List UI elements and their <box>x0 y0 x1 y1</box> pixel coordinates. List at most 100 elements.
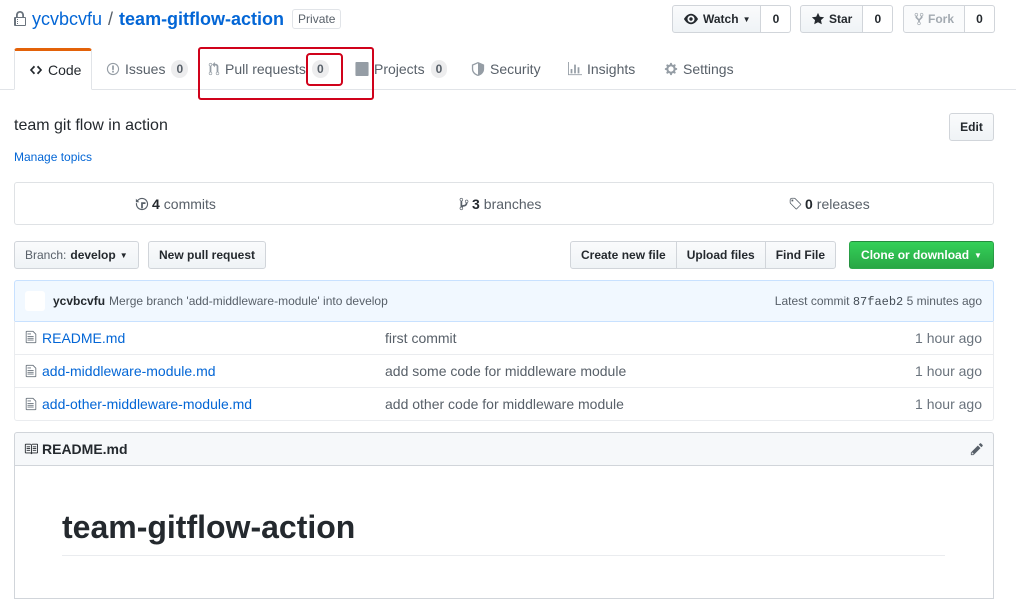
file-age: 1 hour ago <box>915 396 982 412</box>
file-row: add-middleware-module.md add some code f… <box>15 354 993 387</box>
tab-label: Settings <box>683 61 734 77</box>
eye-icon <box>683 12 703 26</box>
file-age: 1 hour ago <box>915 363 982 379</box>
highlight-box-pr-counter <box>306 53 343 86</box>
branch-prefix: Branch: <box>25 248 67 262</box>
pencil-icon[interactable] <box>970 442 984 456</box>
tag-icon <box>788 197 802 211</box>
commits-count: 4 <box>152 195 160 212</box>
file-icon <box>25 330 37 344</box>
history-icon <box>135 197 149 211</box>
issue-icon <box>106 62 125 76</box>
star-label: Star <box>829 12 853 26</box>
watch-group: Watch ▼ 0 <box>672 5 792 33</box>
file-commit-message[interactable]: first commit <box>385 330 457 346</box>
tab-settings[interactable]: Settings <box>650 48 748 90</box>
tab-label: Issues <box>125 61 166 77</box>
highlight-box-pull-requests <box>198 47 374 100</box>
star-count[interactable]: 0 <box>863 5 894 33</box>
commits-link[interactable]: 4 commits <box>135 183 216 224</box>
file-icon <box>25 364 37 378</box>
file-commit-message[interactable]: add other code for middleware module <box>385 396 624 412</box>
issues-counter: 0 <box>171 60 189 78</box>
shield-icon <box>471 62 490 76</box>
file-name-link[interactable]: README.md <box>42 330 125 346</box>
tab-label: Security <box>490 61 541 77</box>
clone-or-download-button[interactable]: Clone or download ▼ <box>849 241 994 269</box>
caret-down-icon: ▼ <box>974 250 982 260</box>
private-badge: Private <box>292 9 342 29</box>
file-row: add-other-middleware-module.md add other… <box>15 387 993 420</box>
fork-count[interactable]: 0 <box>965 5 996 33</box>
code-icon <box>29 63 48 77</box>
latest-commit-prefix: Latest commit <box>774 293 850 308</box>
find-file-button[interactable]: Find File <box>764 241 837 269</box>
gear-icon <box>664 62 683 76</box>
edit-description-button[interactable]: Edit <box>949 113 994 141</box>
commit-author[interactable]: ycvbcvfu <box>53 294 105 308</box>
avatar[interactable] <box>25 291 45 311</box>
tab-insights[interactable]: Insights <box>554 48 649 90</box>
readme-heading: team-gitflow-action <box>62 509 356 545</box>
readme-content: team-gitflow-action <box>14 465 994 599</box>
fork-button[interactable]: Fork <box>903 5 966 33</box>
tab-label: Insights <box>587 61 636 77</box>
file-name-link[interactable]: add-middleware-module.md <box>42 363 216 379</box>
fork-icon <box>914 12 928 26</box>
file-row: README.md first commit 1 hour ago <box>15 321 993 354</box>
tab-code[interactable]: Code <box>14 48 92 90</box>
releases-count: 0 <box>805 195 813 212</box>
readme-header: README.md <box>14 432 994 466</box>
commit-age: 5 minutes ago <box>906 293 982 308</box>
branch-icon <box>459 197 469 211</box>
latest-commit-info: Latest commit 87faeb2 5 minutes ago <box>775 294 982 309</box>
branch-name: develop <box>70 248 116 262</box>
watch-label: Watch <box>703 12 739 26</box>
star-icon <box>811 12 829 26</box>
file-name-link[interactable]: add-other-middleware-module.md <box>42 396 252 412</box>
projects-counter: 0 <box>430 60 448 78</box>
new-pull-request-button[interactable]: New pull request <box>148 241 267 269</box>
repo-owner-link[interactable]: ycvbcvfu <box>32 9 102 30</box>
repo-description: team git flow in action <box>14 117 168 134</box>
path-separator: / <box>108 8 114 29</box>
clone-label: Clone or download <box>861 248 970 262</box>
repo-title: ycvbcvfu / team-gitflow-action Private <box>14 8 342 30</box>
lock-icon <box>14 11 26 27</box>
branches-link[interactable]: 3 branches <box>459 183 541 224</box>
repo-name-link[interactable]: team-gitflow-action <box>119 9 284 30</box>
tab-label: Projects <box>374 61 425 77</box>
caret-down-icon: ▼ <box>742 14 751 24</box>
fork-group: Fork 0 <box>903 5 996 33</box>
file-icon <box>25 397 37 411</box>
tab-issues[interactable]: Issues 0 <box>92 48 202 90</box>
commit-sha[interactable]: 87faeb2 <box>853 295 903 309</box>
file-actions-group: Create new file Upload files Find File <box>570 241 837 269</box>
file-list: README.md first commit 1 hour ago add-mi… <box>14 321 994 421</box>
star-button[interactable]: Star <box>800 5 864 33</box>
releases-link[interactable]: 0 releases <box>788 183 870 224</box>
watch-button[interactable]: Watch ▼ <box>672 5 762 33</box>
manage-topics-link[interactable]: Manage topics <box>14 150 92 164</box>
readme-filename: README.md <box>42 441 128 457</box>
heading-rule <box>62 555 945 556</box>
tab-security[interactable]: Security <box>457 48 555 90</box>
branches-label: branches <box>483 195 542 212</box>
branches-count: 3 <box>472 195 480 212</box>
upload-files-button[interactable]: Upload files <box>675 241 766 269</box>
numbers-summary: 4 commits 3 branches 0 releases <box>14 182 994 225</box>
latest-commit-bar: ycvbcvfu Merge branch 'add-middleware-mo… <box>14 280 994 322</box>
commit-message[interactable]: Merge branch 'add-middleware-module' int… <box>109 294 388 308</box>
star-group: Star 0 <box>800 5 894 33</box>
book-icon <box>24 442 38 456</box>
branch-select-button[interactable]: Branch: develop ▼ <box>14 241 139 269</box>
commits-label: commits <box>163 195 216 212</box>
releases-label: releases <box>816 195 870 212</box>
file-age: 1 hour ago <box>915 329 982 346</box>
fork-label: Fork <box>928 12 955 26</box>
create-new-file-button[interactable]: Create new file <box>570 241 677 269</box>
graph-icon <box>568 62 587 76</box>
tab-label: Code <box>48 62 82 78</box>
file-commit-message[interactable]: add some code for middleware module <box>385 363 626 379</box>
watch-count[interactable]: 0 <box>761 5 792 33</box>
